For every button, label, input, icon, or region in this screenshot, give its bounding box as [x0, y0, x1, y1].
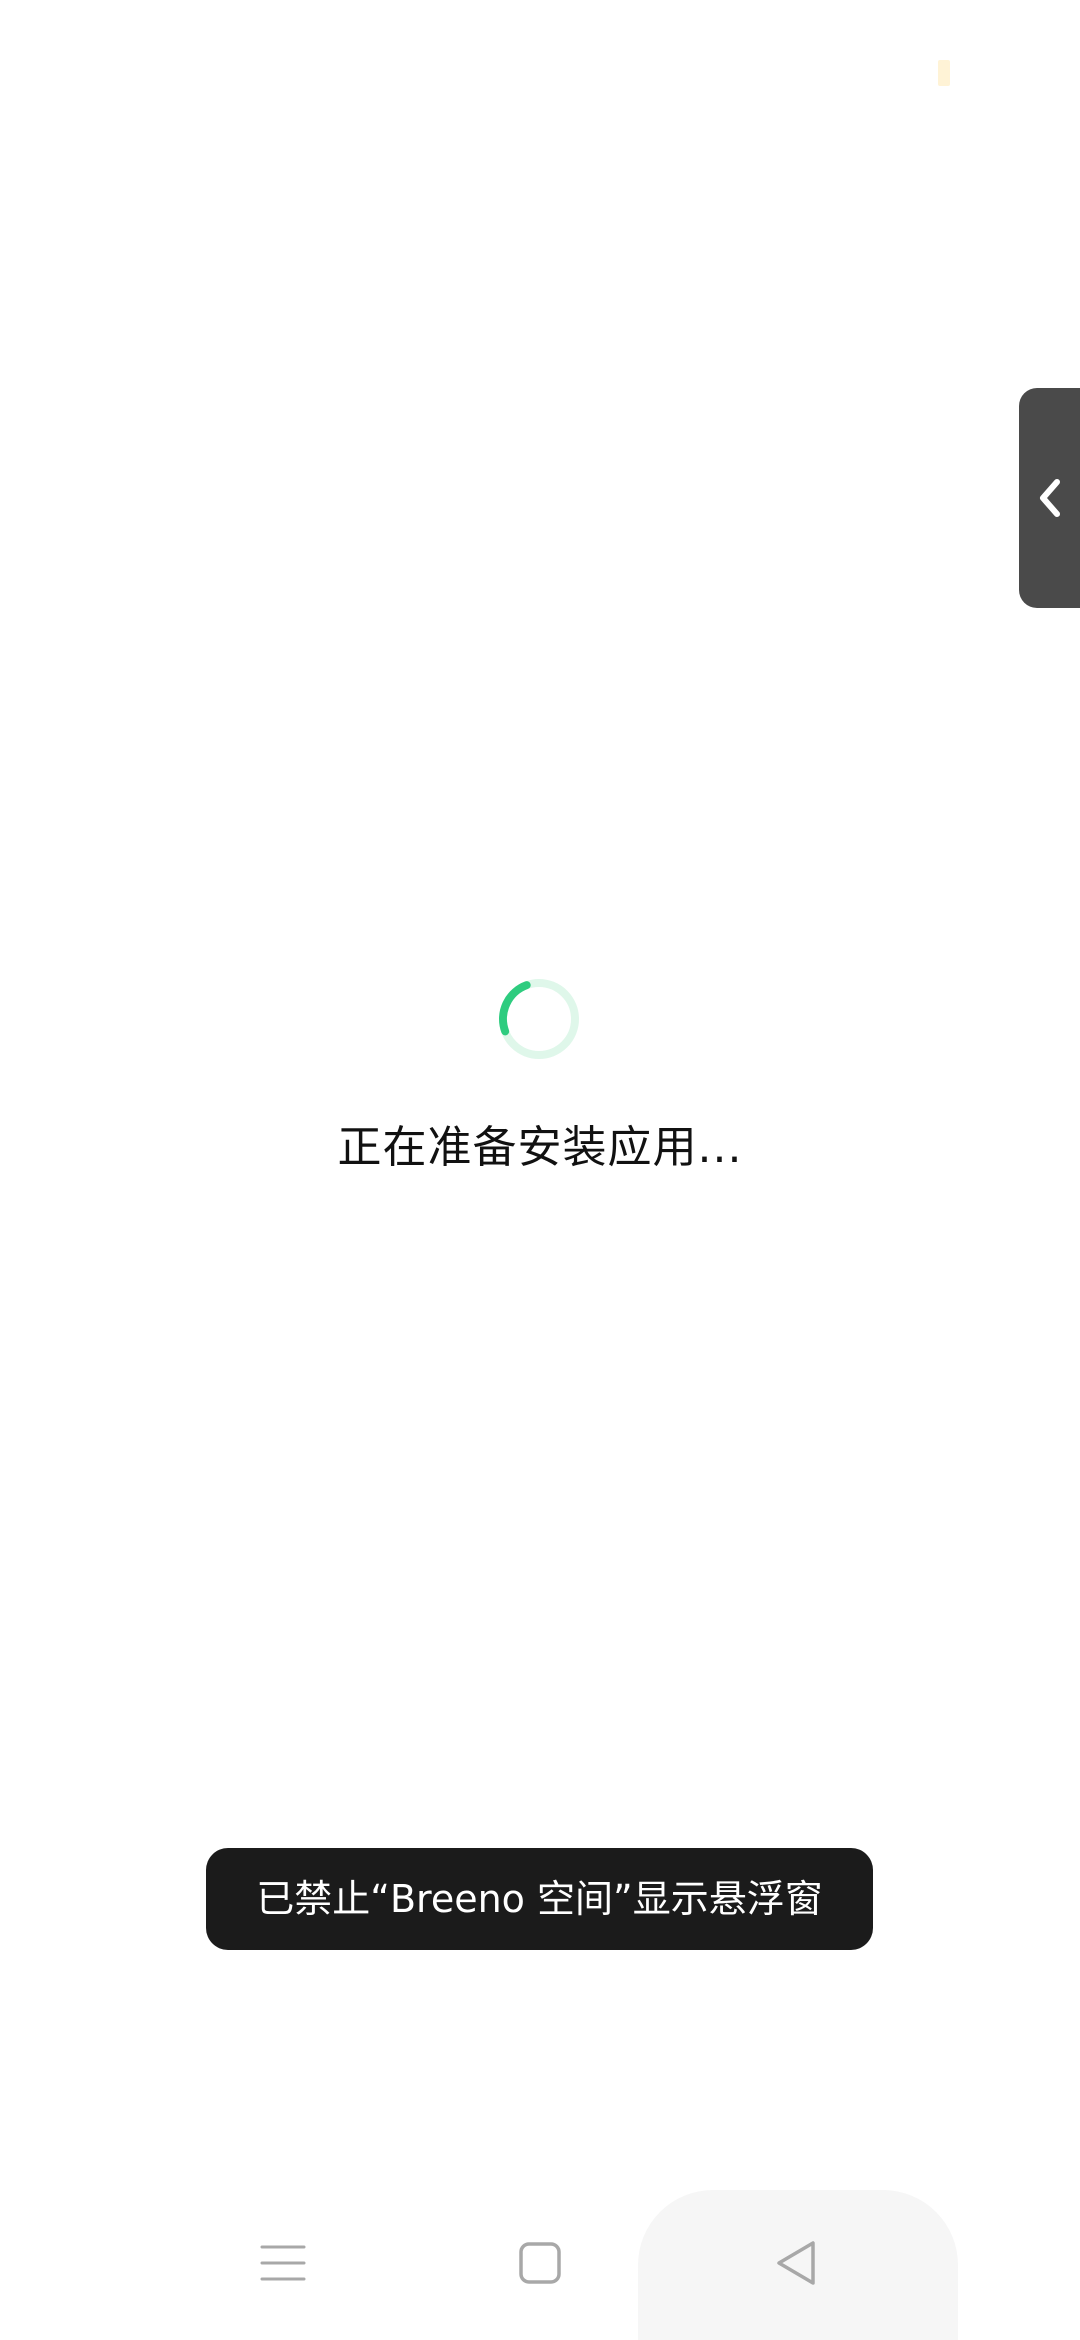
menu-icon: [260, 2243, 306, 2287]
toast: 已禁止“Breeno 空间”显示悬浮窗: [206, 1848, 873, 1950]
side-panel-handle[interactable]: [1019, 388, 1080, 608]
toast-message: 已禁止“Breeno 空间”显示悬浮窗: [256, 1877, 823, 1921]
navigation-bar: [0, 2180, 1080, 2340]
back-button[interactable]: [751, 2220, 841, 2310]
loading-message: 正在准备安装应用...: [337, 1122, 743, 1173]
home-icon: [518, 2241, 562, 2289]
menu-button[interactable]: [238, 2220, 328, 2310]
status-indicator: [938, 60, 950, 86]
chevron-left-icon: [1035, 476, 1065, 520]
loading-spinner: [497, 977, 581, 1061]
home-button[interactable]: [495, 2220, 585, 2310]
back-icon: [773, 2239, 819, 2291]
